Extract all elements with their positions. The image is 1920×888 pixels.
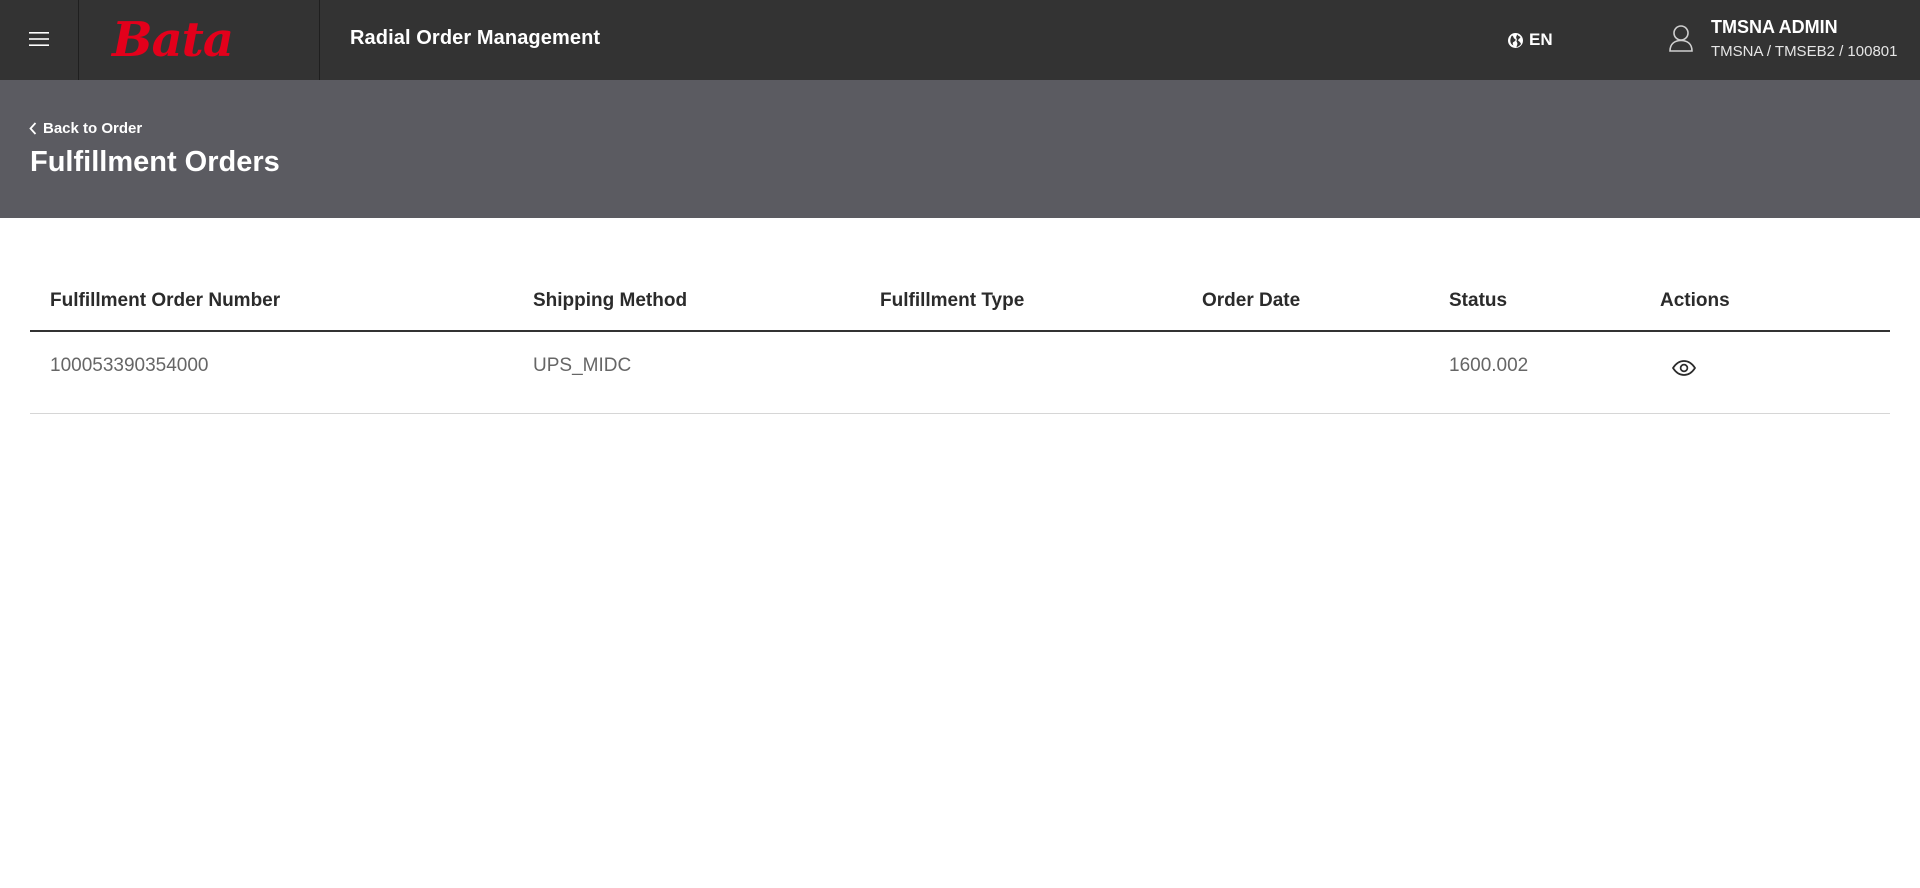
fulfillment-orders-table: Fulfillment Order Number Shipping Method… <box>30 278 1890 414</box>
language-selector[interactable]: EN <box>1507 28 1553 52</box>
globe-icon <box>1508 32 1523 48</box>
back-link-label: Back to Order <box>43 120 143 137</box>
user-name: TMSNA ADMIN <box>1711 17 1838 37</box>
table-header: Fulfillment Order Number Shipping Method… <box>30 278 1890 332</box>
column-header-order-number[interactable]: Fulfillment Order Number <box>50 290 280 312</box>
view-order-button[interactable] <box>1671 358 1701 382</box>
column-header-order-date[interactable]: Order Date <box>1202 290 1300 312</box>
column-header-shipping-method[interactable]: Shipping Method <box>533 290 687 312</box>
app-title: Radial Order Management <box>350 27 601 49</box>
top-navigation-bar: Bata Radial Order Management EN TMSNA AD… <box>0 0 1920 80</box>
column-header-status[interactable]: Status <box>1449 290 1507 312</box>
hamburger-icon <box>29 32 49 46</box>
brand-logo[interactable]: Bata <box>80 0 320 80</box>
logo-wordmark: Bata <box>110 14 233 64</box>
cell-status: 1600.002 <box>1449 355 1529 376</box>
column-header-actions: Actions <box>1660 290 1730 311</box>
page-title: Fulfillment Orders <box>30 146 280 178</box>
cell-order-number: 100053390354000 <box>50 355 209 376</box>
language-label: EN <box>1529 30 1553 49</box>
chevron-left-icon <box>29 122 37 135</box>
menu-button[interactable] <box>0 0 79 80</box>
user-organization: TMSNA / TMSEB2 / 100801 <box>1711 43 1898 60</box>
table-row: 100053390354000 UPS_MIDC 1600.002 <box>30 332 1890 414</box>
cell-shipping-method: UPS_MIDC <box>533 355 632 376</box>
user-icon <box>1669 25 1693 52</box>
back-to-order-link[interactable]: Back to Order <box>29 120 142 137</box>
bata-logo-icon: Bata <box>110 14 234 64</box>
eye-icon <box>1671 360 1697 376</box>
column-header-fulfillment-type[interactable]: Fulfillment Type <box>880 290 1024 312</box>
page-header: Back to Order Fulfillment Orders <box>0 80 1920 218</box>
